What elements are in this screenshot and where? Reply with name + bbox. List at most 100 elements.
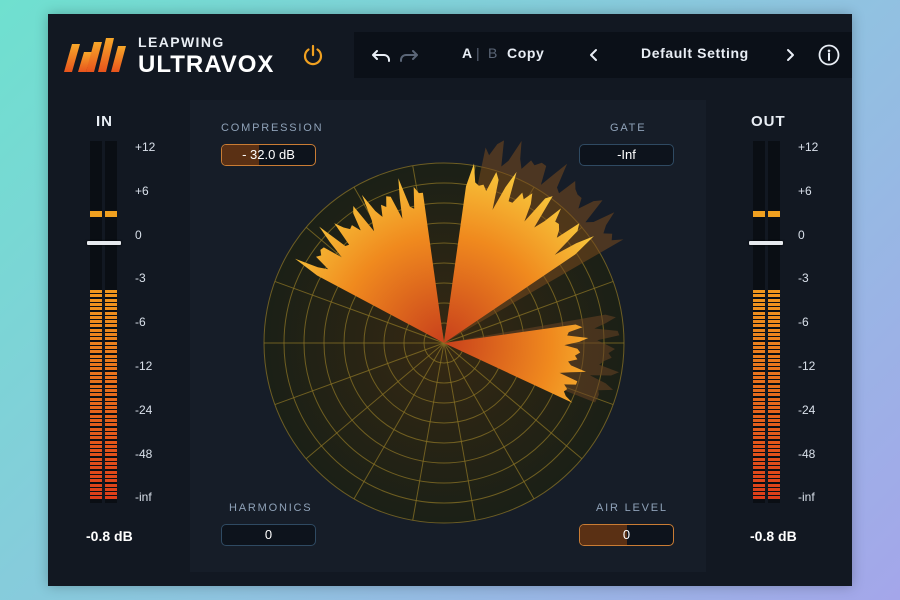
input-meter-segment (105, 354, 117, 358)
input-meter-label: IN (96, 113, 113, 130)
prev-preset-icon[interactable] (588, 48, 600, 62)
output-meter-segment (753, 397, 765, 401)
input-meter-segment (105, 479, 117, 483)
input-meter-segment (105, 397, 117, 401)
input-meter-segment (90, 453, 102, 457)
input-meter-segment (90, 315, 102, 319)
output-meter-segment (753, 384, 765, 388)
output-meter-segment (768, 466, 780, 470)
input-meter-segment (105, 423, 117, 427)
input-meter-segment (105, 380, 117, 384)
output-meter-segment (753, 358, 765, 362)
output-meter-segment (753, 462, 765, 465)
input-meter-segment (90, 496, 102, 500)
gate-field[interactable]: -Inf (579, 144, 674, 166)
output-meter-segment (768, 496, 780, 500)
input-meter-segment (105, 419, 117, 422)
input-meter-segment (90, 354, 102, 358)
output-meter-segment (753, 427, 765, 431)
input-meter-segment (105, 363, 117, 367)
ab-a-button[interactable]: A (462, 45, 473, 61)
input-gain-fader[interactable] (87, 241, 121, 245)
output-meter-segment (753, 479, 765, 483)
output-meter-segment (768, 294, 780, 298)
ab-b-button[interactable]: B (488, 45, 498, 61)
input-meter-segment (90, 290, 102, 293)
output-meter-segment (753, 487, 765, 491)
input-meter-segment (90, 431, 102, 435)
input-meter-segment (105, 358, 117, 362)
output-meter-segment (753, 414, 765, 418)
undo-icon[interactable] (372, 47, 392, 63)
input-meter-segment (90, 307, 102, 311)
output-meter-segment (753, 341, 765, 345)
input-meter-segment (105, 367, 117, 371)
input-meter-segment (90, 388, 102, 392)
product-name: ULTRAVOX (138, 51, 275, 78)
output-meter-segment (768, 302, 780, 306)
output-meter-segment (753, 311, 765, 315)
input-meter-segment (105, 414, 117, 418)
output-level-readout: -0.8 dB (750, 528, 797, 544)
output-scale-tick: 0 (798, 227, 805, 242)
input-meter-segment (105, 444, 117, 448)
output-meter-segment (753, 324, 765, 328)
input-peak-left (90, 211, 102, 217)
input-meter-segment (105, 384, 117, 388)
output-meter-segment (768, 328, 780, 332)
input-meter-segment (105, 453, 117, 457)
input-meter-segment (90, 483, 102, 487)
output-meter-segment (753, 298, 765, 302)
input-scale-tick: -inf (135, 490, 152, 505)
output-meter-segment (768, 311, 780, 315)
output-meter-segment (753, 328, 765, 332)
output-meter-segment (753, 337, 765, 341)
output-meter-segment (768, 341, 780, 345)
output-gain-fader[interactable] (749, 241, 783, 245)
compression-field[interactable]: - 32.0 dB (221, 144, 316, 166)
input-meter-segment (90, 294, 102, 298)
output-meter-segment (753, 367, 765, 371)
input-meter-segment (90, 414, 102, 418)
input-meter-segment (90, 298, 102, 302)
copy-button[interactable]: Copy (507, 45, 544, 61)
output-meter-segment (768, 474, 780, 478)
input-meter-segment (90, 444, 102, 448)
input-meter-segment (105, 324, 117, 328)
output-meter-segment (753, 363, 765, 367)
input-scale-tick: -48 (135, 446, 153, 461)
input-meter-segment (105, 436, 117, 440)
output-meter-segment (753, 423, 765, 427)
input-meter-segment (90, 419, 102, 422)
input-meter-segment (105, 376, 117, 379)
input-meter-segment (105, 302, 117, 306)
redo-icon[interactable] (398, 47, 418, 63)
preset-name[interactable]: Default Setting (641, 45, 749, 61)
input-meter-segment (105, 457, 117, 461)
output-meter-segment (753, 393, 765, 397)
output-meter-segment (768, 376, 780, 379)
input-meter-segment (105, 410, 117, 414)
output-meter-segment (768, 354, 780, 358)
info-icon[interactable] (818, 44, 840, 66)
power-icon[interactable] (302, 44, 324, 66)
air-level-field[interactable]: 0 (579, 524, 674, 546)
input-meter-segment (90, 302, 102, 306)
input-meter-segment (105, 337, 117, 341)
compression-value: - 32.0 dB (242, 147, 295, 162)
input-meter-segment (105, 307, 117, 311)
input-meter-segment (90, 311, 102, 315)
input-meter-segment (105, 294, 117, 298)
input-meter-segment (90, 410, 102, 414)
input-scale-tick: -12 (135, 359, 153, 373)
next-preset-icon[interactable] (784, 48, 796, 62)
output-meter-segment (768, 487, 780, 491)
output-meter-segment (753, 470, 765, 474)
input-meter-segment (105, 345, 117, 349)
harmonics-field[interactable]: 0 (221, 524, 316, 546)
input-meter-segment (105, 290, 117, 293)
input-peak-right (105, 211, 117, 217)
preset-toolbar: A | B Copy Default Setting (354, 32, 852, 78)
output-meter-segment (753, 371, 765, 375)
output-meter-segment (768, 393, 780, 397)
